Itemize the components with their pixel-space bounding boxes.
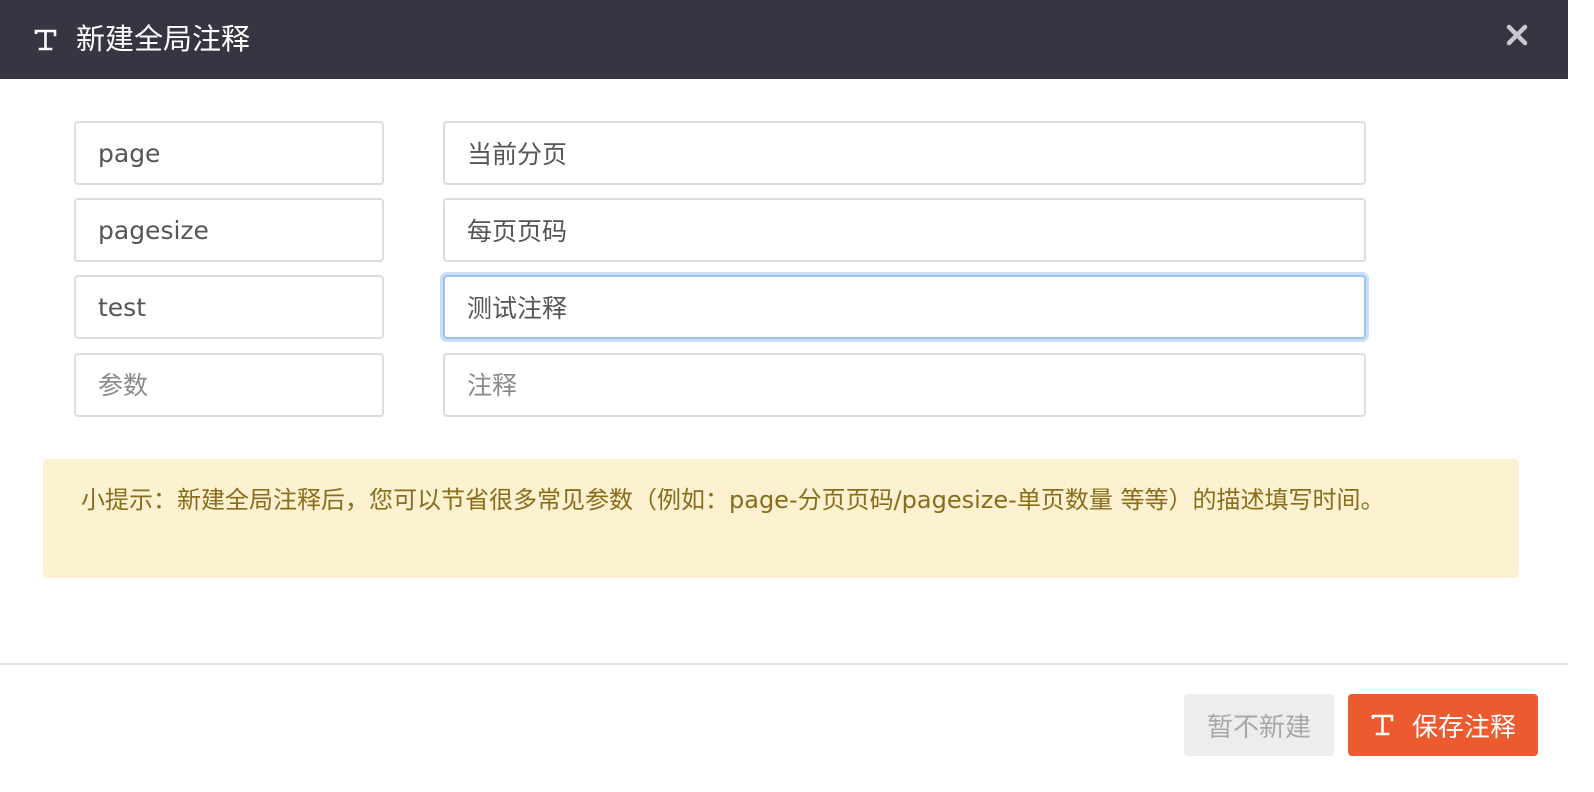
comment-row: [0, 353, 1400, 419]
param-input[interactable]: [74, 275, 384, 339]
dialog-header: 新建全局注释: [0, 0, 1568, 79]
param-input[interactable]: [74, 353, 384, 417]
text-format-icon: [33, 27, 59, 53]
skip-button[interactable]: 暂不新建: [1184, 694, 1334, 756]
tip-text: 小提示：新建全局注释后，您可以节省很多常见参数（例如：page-分页页码/pag…: [81, 486, 1385, 514]
tip-banner: 小提示：新建全局注释后，您可以节省很多常见参数（例如：page-分页页码/pag…: [43, 459, 1519, 578]
comment-input-focused[interactable]: [443, 275, 1366, 339]
param-input[interactable]: [74, 198, 384, 262]
window-edge: [1568, 0, 1594, 792]
save-button-label: 保存注释: [1411, 712, 1516, 743]
global-comment-dialog: 新建全局注释 小提示：新建全局注释后，您可以节省很多常见参数（例如：page-分…: [0, 0, 1594, 792]
text-format-icon: [1370, 712, 1396, 738]
comment-input[interactable]: [443, 121, 1366, 185]
skip-button-label: 暂不新建: [1206, 712, 1311, 743]
comment-row: [0, 121, 1400, 187]
close-icon: [1506, 24, 1528, 50]
footer-divider: [0, 663, 1568, 665]
close-button[interactable]: [1500, 20, 1534, 54]
dialog-title: 新建全局注释: [76, 22, 251, 56]
param-input[interactable]: [74, 121, 384, 185]
save-comment-button[interactable]: 保存注释: [1348, 694, 1538, 756]
comment-row: [0, 275, 1400, 341]
comment-row: [0, 198, 1400, 264]
comment-input[interactable]: [443, 198, 1366, 262]
comment-input[interactable]: [443, 353, 1366, 417]
